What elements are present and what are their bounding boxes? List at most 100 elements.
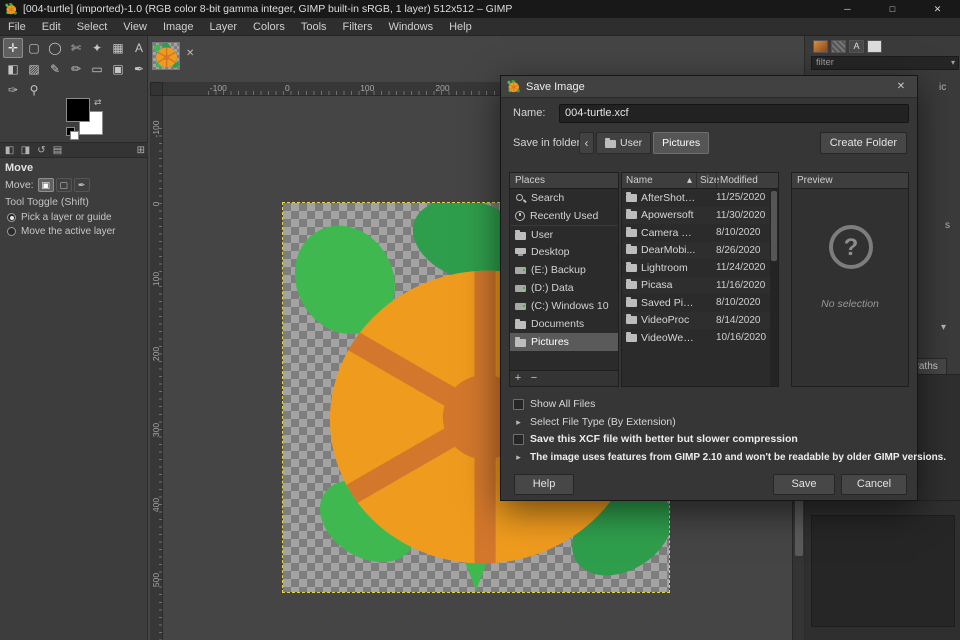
create-folder-button[interactable]: Create Folder (820, 132, 907, 154)
name-input[interactable]: 004-turtle.xcf (559, 104, 909, 123)
select-file-type-expander[interactable]: ▸ Select File Type (By Extension) (513, 415, 676, 429)
swap-colors-icon[interactable]: ⇄ (94, 97, 102, 108)
minimize-button[interactable]: ─ (825, 0, 870, 18)
show-all-files-checkbox[interactable]: Show All Files (513, 397, 595, 411)
menu-filters[interactable]: Filters (335, 18, 381, 36)
remove-place-button[interactable]: − (526, 371, 542, 386)
image-tab[interactable]: ✕ (150, 40, 210, 74)
tool-pencil[interactable]: ✎ (45, 59, 65, 79)
move-target-layer[interactable]: ▣ (38, 178, 54, 192)
tool-options-icon-1[interactable]: ◨ (19, 145, 32, 156)
file-row-aftershot[interactable]: AfterShot ...11/25/2020 (622, 189, 778, 207)
menu-layer[interactable]: Layer (202, 18, 246, 36)
place-pictures[interactable]: Pictures (510, 333, 618, 351)
tool-options-icon-2[interactable]: ↺ (35, 145, 48, 156)
menu-tools[interactable]: Tools (293, 18, 335, 36)
tool-eraser[interactable]: ▭ (87, 59, 107, 79)
tool-options-icon-3[interactable]: ▤ (51, 145, 64, 156)
tool-crop[interactable]: ▦ (108, 38, 128, 58)
tool-text[interactable]: A (129, 38, 149, 58)
menu-select[interactable]: Select (69, 18, 116, 36)
checkbox-icon[interactable] (513, 399, 524, 410)
folder-icon (626, 264, 637, 272)
expander-icon[interactable]: ▸ (513, 452, 524, 463)
foreground-color-swatch[interactable] (66, 98, 90, 122)
place-c-windows-10[interactable]: (C:) Windows 10 (510, 297, 618, 315)
tool-ink[interactable]: ✒ (129, 59, 149, 79)
brushes-tab-icon[interactable] (813, 40, 828, 53)
tool-paths[interactable]: ✑ (3, 80, 23, 100)
image-thumbnail[interactable] (152, 42, 180, 70)
tool-bucket-fill[interactable]: ◧ (3, 59, 23, 79)
move-target-selection[interactable]: ▢ (56, 178, 72, 192)
menu-image[interactable]: Image (155, 18, 202, 36)
menu-file[interactable]: File (0, 18, 34, 36)
brush-filter-input[interactable]: filter ▾ (811, 56, 959, 70)
tool-move[interactable]: ✛ (3, 38, 23, 58)
dialog-titlebar[interactable]: Save Image ✕ (501, 76, 917, 98)
file-row-picasa[interactable]: Picasa11/16/2020 (622, 277, 778, 295)
filter-dropdown-icon[interactable]: ▾ (951, 57, 955, 69)
place-search[interactable]: Search (510, 189, 618, 207)
tool-gradient[interactable]: ▨ (24, 59, 44, 79)
menu-view[interactable]: View (115, 18, 155, 36)
tool-fuzzy-select[interactable]: ✦ (87, 38, 107, 58)
tool-clone[interactable]: ▣ (108, 59, 128, 79)
column-header-name[interactable]: Name ▴ (622, 173, 696, 188)
menu-windows[interactable]: Windows (380, 18, 441, 36)
breadcrumb-user[interactable]: User (596, 132, 651, 154)
panel-scroll-arrow-icon[interactable]: ▾ (941, 322, 946, 333)
move-target-path[interactable]: ✒ (74, 178, 90, 192)
file-row-videoweb[interactable]: VideoWeb...10/16/2020 (622, 329, 778, 347)
place-user[interactable]: User (510, 225, 618, 243)
place-e-backup[interactable]: (E:) Backup (510, 261, 618, 279)
version-note-row: ▸ The image uses features from GIMP 2.10… (513, 450, 946, 464)
column-header-modified[interactable]: Modified (716, 173, 778, 188)
column-header-size[interactable]: Size (696, 173, 716, 188)
ruler-corner[interactable] (150, 82, 163, 96)
files-scrollbar-thumb[interactable] (771, 191, 777, 261)
close-button[interactable]: ✕ (915, 0, 960, 18)
tab-menu-icon[interactable]: ⊞ (137, 145, 145, 156)
breadcrumb-pictures[interactable]: Pictures (653, 132, 709, 154)
dialog-close-icon[interactable]: ✕ (891, 81, 911, 92)
back-button[interactable]: ‹ (579, 132, 594, 154)
checkbox-icon[interactable] (513, 434, 524, 445)
files-scrollbar[interactable] (770, 189, 778, 386)
tool-zoom[interactable]: ⚲ (24, 80, 44, 100)
save-button[interactable]: Save (773, 474, 835, 495)
menu-help[interactable]: Help (441, 18, 480, 36)
place-d-data[interactable]: (D:) Data (510, 279, 618, 297)
tool-toggle-option-move-the-active-layer[interactable]: Move the active layer (7, 224, 147, 238)
tool-rectangle-select[interactable]: ▢ (24, 38, 44, 58)
file-row-lightroom[interactable]: Lightroom11/24/2020 (622, 259, 778, 277)
maximize-button[interactable]: □ (870, 0, 915, 18)
add-place-button[interactable]: + (510, 371, 526, 386)
file-row-apowersoft[interactable]: Apowersoft11/30/2020 (622, 207, 778, 225)
file-row-dearmobi[interactable]: DearMobi...8/26/2020 (622, 242, 778, 260)
tool-free-select[interactable]: ✄ (66, 38, 86, 58)
compression-checkbox[interactable]: Save this XCF file with better but slowe… (513, 432, 798, 446)
fonts-tab-icon[interactable] (849, 40, 864, 53)
images-tab-icon[interactable] (867, 40, 882, 53)
places-header[interactable]: Places (510, 173, 618, 189)
image-tab-close-icon[interactable]: ✕ (186, 48, 194, 59)
default-colors-icon[interactable] (66, 127, 78, 139)
file-list: AfterShot ...11/25/2020Apowersoft11/30/2… (622, 189, 778, 347)
help-button[interactable]: Help (514, 474, 574, 495)
tool-ellipse-select[interactable]: ◯ (45, 38, 65, 58)
place-desktop[interactable]: Desktop (510, 243, 618, 261)
place-documents[interactable]: Documents (510, 315, 618, 333)
file-row-videoproc[interactable]: VideoProc8/14/2020 (622, 312, 778, 330)
file-row-saved-pic[interactable]: Saved Pic...8/10/2020 (622, 294, 778, 312)
menu-edit[interactable]: Edit (34, 18, 69, 36)
file-row-camera-r[interactable]: Camera R...8/10/2020 (622, 224, 778, 242)
cancel-button[interactable]: Cancel (841, 474, 907, 495)
tool-paintbrush[interactable]: ✏ (66, 59, 86, 79)
place-recently-used[interactable]: Recently Used (510, 207, 618, 225)
expander-icon[interactable]: ▸ (513, 417, 524, 428)
tool-options-icon-0[interactable]: ◧ (3, 145, 16, 156)
menu-colors[interactable]: Colors (245, 18, 293, 36)
tool-toggle-option-pick-a-layer-or-guide[interactable]: Pick a layer or guide (7, 210, 147, 224)
patterns-tab-icon[interactable] (831, 40, 846, 53)
